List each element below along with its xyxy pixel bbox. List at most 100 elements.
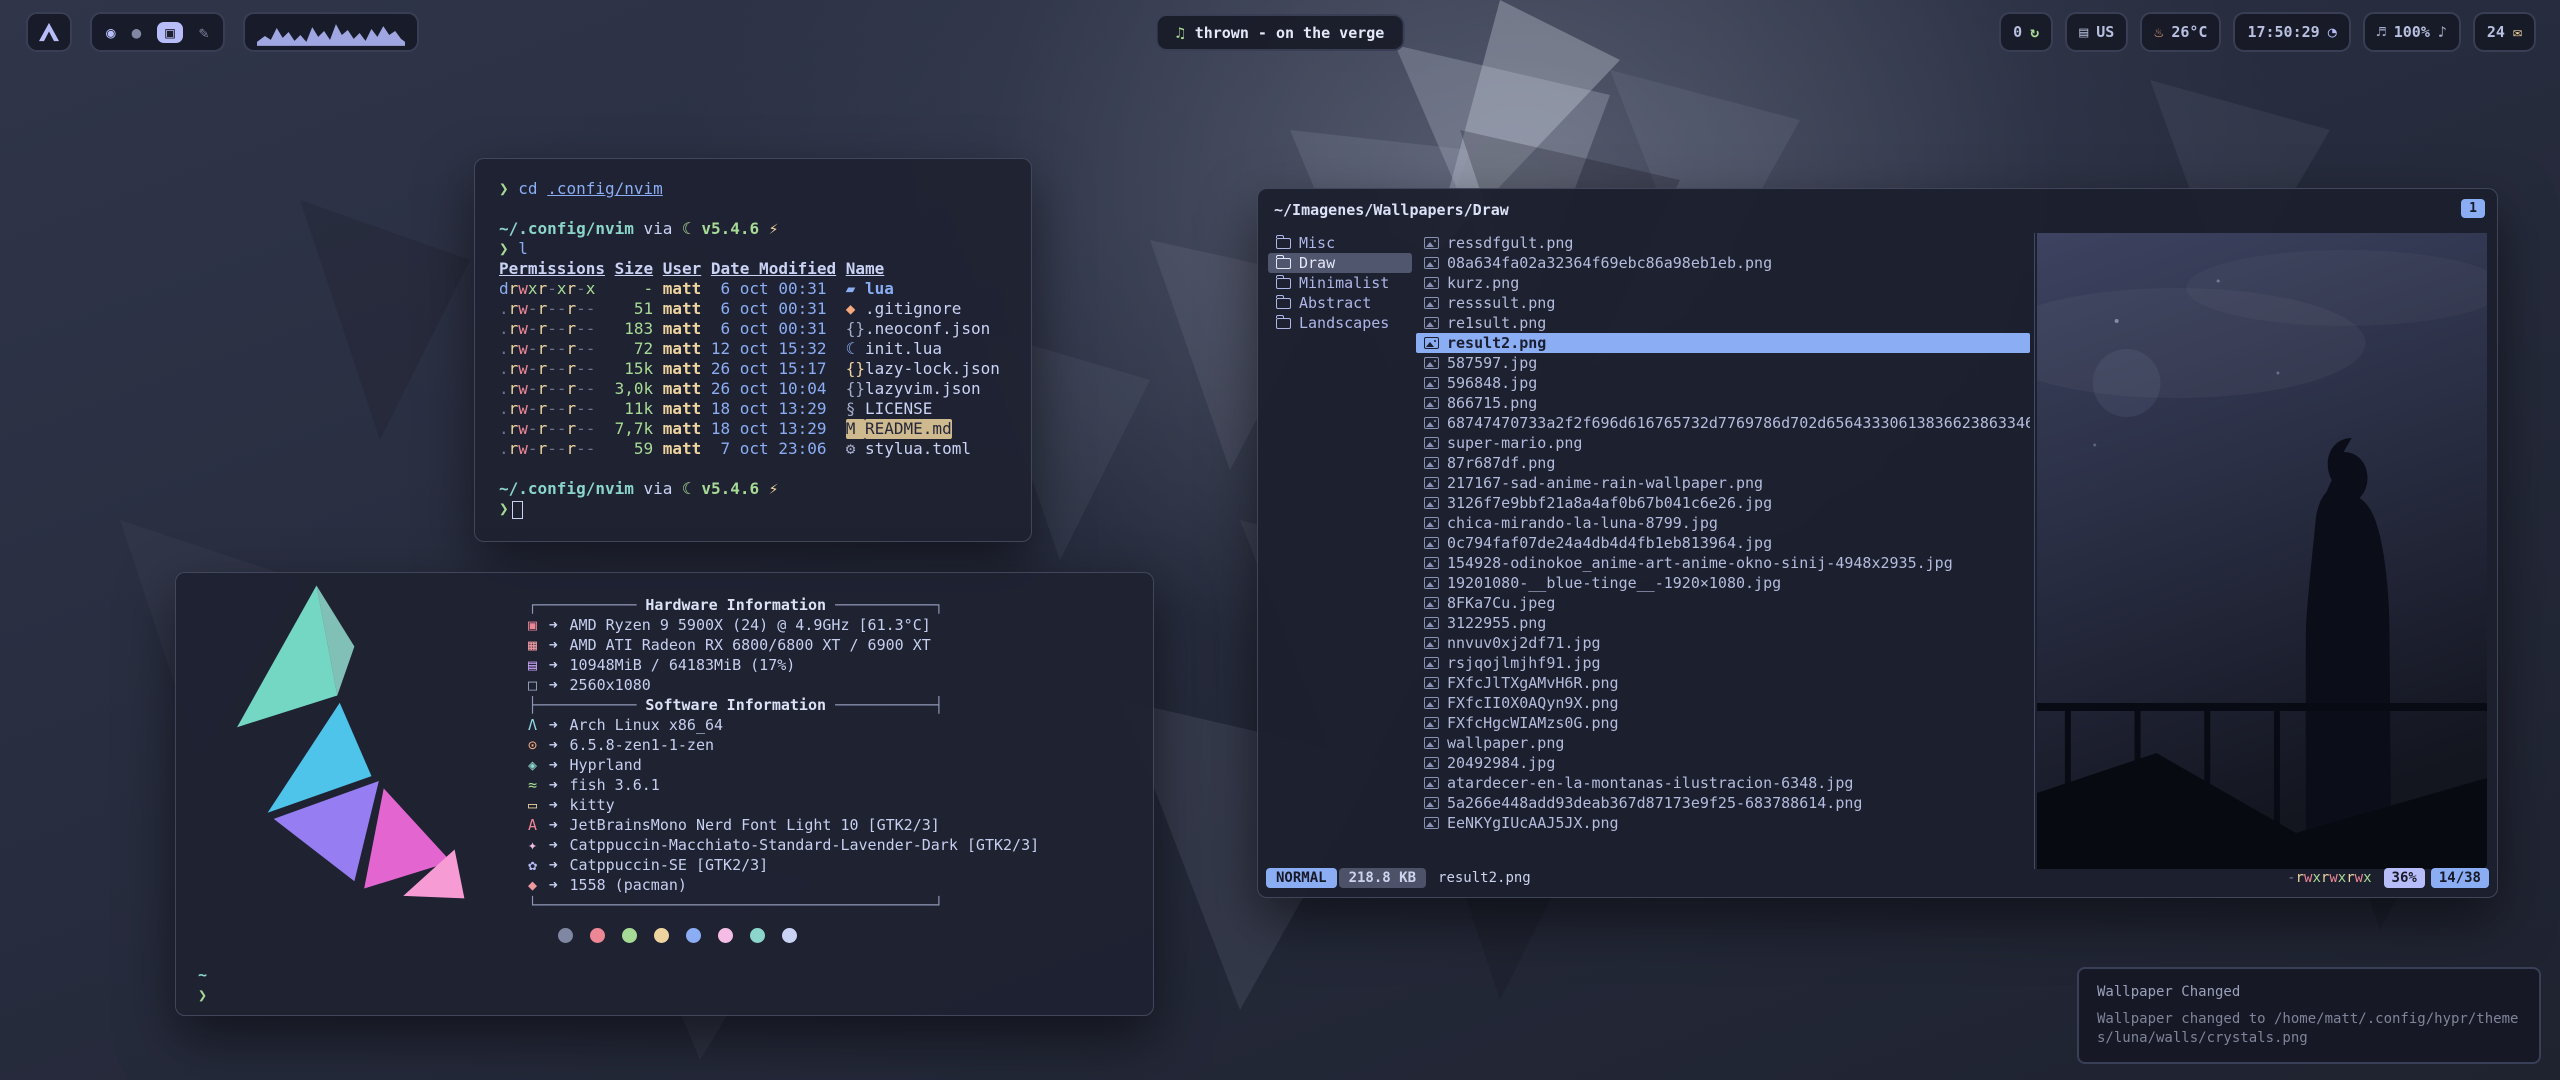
info-icon: Λ — [528, 715, 549, 735]
file-type-icon: M — [846, 419, 865, 439]
file-item[interactable]: 87r687df.png — [1416, 453, 2030, 473]
file-name: init.lua — [865, 339, 942, 359]
software-info-lines: Λ➜Arch Linux x86_64 ⊙➜6.5.8-zen1-1-zen ◈… — [528, 715, 1039, 895]
file-item[interactable]: 587597.jpg — [1416, 353, 2030, 373]
cwd: ~ — [198, 965, 207, 985]
temperature-module[interactable]: ♨ 26°C — [2140, 12, 2221, 52]
file-item[interactable]: wallpaper.png — [1416, 733, 2030, 753]
info-line: ◈➜Hyprland — [528, 755, 1039, 775]
notification-popup[interactable]: Wallpaper Changed Wallpaper changed to /… — [2077, 967, 2541, 1064]
file-owner: matt — [663, 319, 702, 339]
directory-item[interactable]: Abstract — [1268, 293, 1412, 313]
launcher-button[interactable] — [26, 12, 72, 52]
image-file-icon — [1424, 657, 1439, 669]
info-value: kitty — [570, 795, 615, 815]
file-item[interactable]: FXfcJlTXgAMvH6R.png — [1416, 673, 2030, 693]
image-file-icon — [1424, 477, 1439, 489]
file-item[interactable]: 20492984.jpg — [1416, 753, 2030, 773]
tab-badge[interactable]: 1 — [2461, 199, 2485, 218]
file-item[interactable]: 5a266e448add93deab367d87173e9f25-6837886… — [1416, 793, 2030, 813]
directory-item[interactable]: Misc — [1268, 233, 1412, 253]
file-item[interactable]: 8FKa7Cu.jpeg — [1416, 593, 2030, 613]
info-value: 2560x1080 — [570, 675, 651, 695]
info-line: A➜JetBrainsMono Nerd Font Light 10 [GTK2… — [528, 815, 1039, 835]
file-list: ressdfgult.png 08a634fa02a32364f69ebc86a… — [1416, 233, 2030, 833]
scroll-percent-badge: 36% — [2384, 868, 2425, 888]
image-file-icon — [1424, 497, 1439, 509]
file-item[interactable]: re1sult.png — [1416, 313, 2030, 333]
info-icon: ⊙ — [528, 735, 549, 755]
file-item[interactable]: nnvuv0xj2df71.jpg — [1416, 633, 2030, 653]
keyboard-layout-module[interactable]: ▤ US — [2065, 12, 2128, 52]
listing-row: .rw-r--r--3,0kmatt26 oct 10:04{}lazyvim.… — [499, 379, 1007, 399]
file-item[interactable]: 217167-sad-anime-rain-wallpaper.png — [1416, 473, 2030, 493]
file-item[interactable]: EeNKYgIUcAAJ5JX.png — [1416, 813, 2030, 833]
file-item[interactable]: resssult.png — [1416, 293, 2030, 313]
arrow-icon: ➜ — [549, 615, 570, 635]
info-icon: ▦ — [528, 635, 549, 655]
system-graph-widget[interactable] — [243, 12, 419, 52]
image-file-icon — [1424, 637, 1439, 649]
file-item[interactable]: rsjqojlmjhf91.jpg — [1416, 653, 2030, 673]
permissions: .rw-r--r-- — [499, 439, 605, 459]
file-owner: matt — [663, 299, 702, 319]
file-name: 154928-odinokoe_anime-art-anime-okno-sin… — [1447, 554, 1953, 572]
shell-input-line[interactable]: ❯ — [499, 499, 1007, 519]
file-name: lazy-lock.json — [865, 359, 1000, 379]
updates-icon: ↻ — [2030, 23, 2039, 41]
arrow-icon: ➜ — [549, 715, 570, 735]
palette-dot — [654, 928, 669, 943]
file-item[interactable]: 596848.jpg — [1416, 373, 2030, 393]
file-name: 596848.jpg — [1447, 374, 1537, 392]
volume-module[interactable]: ♬ 100% ♪ — [2363, 12, 2461, 52]
file-item[interactable]: 0c794faf07de24a4db4d4fb1eb813964.jpg — [1416, 533, 2030, 553]
prompt-flag-icon: ⚡ — [769, 479, 779, 498]
file-item[interactable]: result2.png — [1416, 333, 2030, 353]
directory-item[interactable]: Draw — [1268, 253, 1412, 273]
file-manager-window[interactable]: ~/Imagenes/Wallpapers/Draw 1 Misc Draw M… — [1257, 188, 2498, 898]
file-item[interactable]: 3126f7e9bbf21a8a4af0b67b041c6e26.jpg — [1416, 493, 2030, 513]
info-value: 6.5.8-zen1-1-zen — [570, 735, 715, 755]
file-item[interactable]: FXfcHgcWIAMzs0G.png — [1416, 713, 2030, 733]
file-type-icon: ◆ — [846, 299, 865, 319]
info-line: ✦➜Catppuccin-Macchiato-Standard-Lavender… — [528, 835, 1039, 855]
file-item[interactable]: 3122955.png — [1416, 613, 2030, 633]
file-item[interactable]: FXfcII0X0AQyn9X.png — [1416, 693, 2030, 713]
directory-item[interactable]: Minimalist — [1268, 273, 1412, 293]
music-widget[interactable]: ♫ thrown - on the verge — [1156, 14, 1405, 51]
file-item[interactable]: super-mario.png — [1416, 433, 2030, 453]
file-type-icon: {} — [846, 319, 865, 339]
speaker-icon: ♬ — [2377, 23, 2386, 41]
workspace-button[interactable]: ◉ — [106, 23, 116, 42]
file-type-icon: {} — [846, 359, 865, 379]
file-item[interactable]: 08a634fa02a32364f69ebc86a98eb1eb.png — [1416, 253, 2030, 273]
file-item[interactable]: atardecer-en-la-montanas-ilustracion-634… — [1416, 773, 2030, 793]
clock-module[interactable]: 17:50:29 ◔ — [2233, 12, 2350, 52]
file-owner: matt — [663, 339, 702, 359]
file-name: .neoconf.json — [865, 319, 990, 339]
updates-module[interactable]: 0 ↻ — [1999, 12, 2053, 52]
image-file-icon — [1424, 717, 1439, 729]
file-item[interactable]: 154928-odinokoe_anime-art-anime-okno-sin… — [1416, 553, 2030, 573]
file-item[interactable]: 68747470733a2f2f696d616765732d7769786d70… — [1416, 413, 2030, 433]
terminal-window[interactable]: ❯ cd .config/nvim ~/.config/nvim via ☾ v… — [474, 158, 1032, 542]
info-line: ▭➜kitty — [528, 795, 1039, 815]
info-value: Hyprland — [570, 755, 642, 775]
fetch-terminal-window[interactable]: ┌─────────── Hardware Information ──────… — [175, 572, 1154, 1016]
file-item[interactable]: 866715.png — [1416, 393, 2030, 413]
file-size-badge: 218.8 KB — [1339, 868, 1426, 888]
workspace-button[interactable]: ✎ — [199, 23, 209, 42]
file-item[interactable]: 19201080-__blue-tinge__-1920×1080.jpg — [1416, 573, 2030, 593]
info-line: □➜2560x1080 — [528, 675, 1039, 695]
file-item[interactable]: kurz.png — [1416, 273, 2030, 293]
directory-item[interactable]: Landscapes — [1268, 313, 1412, 333]
keyboard-icon: ▤ — [2079, 23, 2088, 41]
file-item[interactable]: chica-mirando-la-luna-8799.jpg — [1416, 513, 2030, 533]
palette-dot — [718, 928, 733, 943]
file-item[interactable]: ressdfgult.png — [1416, 233, 2030, 253]
file-name: FXfcII0X0AQyn9X.png — [1447, 694, 1619, 712]
notifications-module[interactable]: 24 ✉ — [2473, 12, 2536, 52]
workspace-button[interactable]: ● — [132, 23, 142, 42]
workspace-button[interactable]: ▣ — [157, 22, 183, 43]
listing-row: .rw-r--r--15kmatt26 oct 15:17{}lazy-lock… — [499, 359, 1007, 379]
